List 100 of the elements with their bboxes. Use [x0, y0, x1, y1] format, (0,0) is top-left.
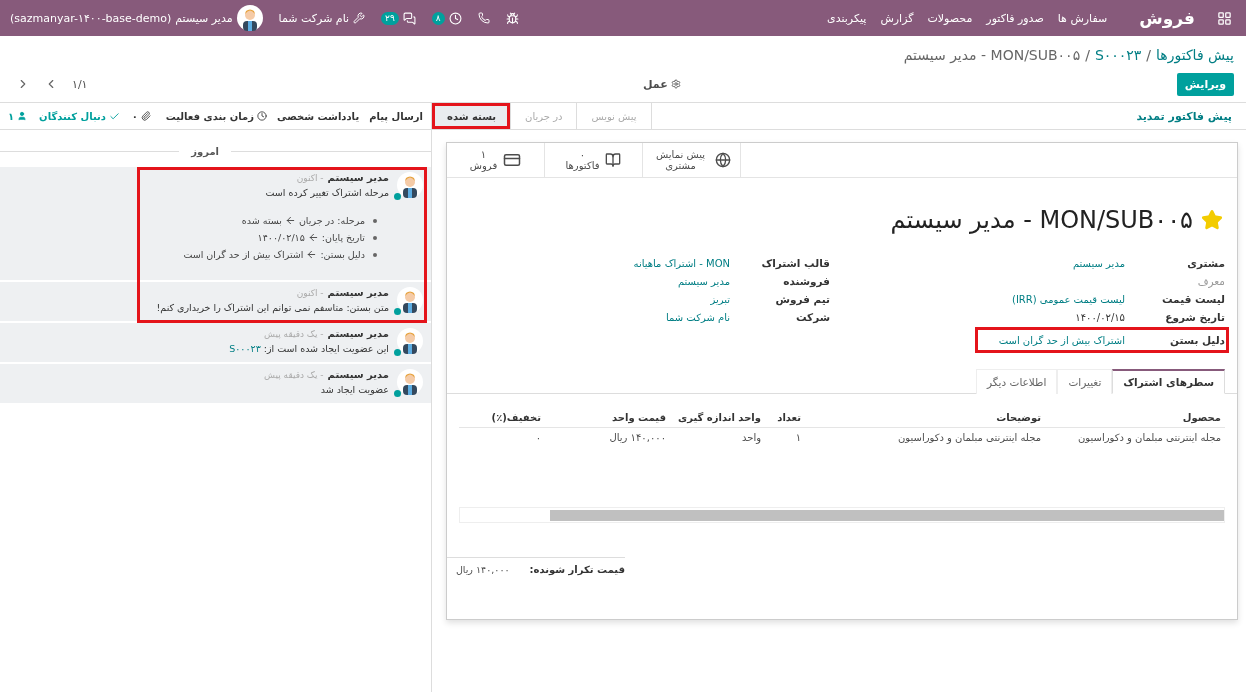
follow-button[interactable]: دنبال کنندگان — [39, 110, 120, 122]
horizontal-scrollbar[interactable] — [459, 507, 1225, 523]
avatar — [397, 287, 423, 313]
column-header: واحد اندازه گیری — [670, 408, 765, 428]
bullet-icon — [373, 252, 377, 257]
tab[interactable]: اطلاعات دیگر — [975, 369, 1058, 394]
book-icon — [605, 152, 622, 168]
field-label: معرف — [1196, 275, 1225, 287]
clock-icon[interactable] — [448, 11, 462, 25]
stat-button[interactable]: ۱ فروش — [447, 143, 545, 177]
stat-button[interactable]: پیش نمایش مشتری — [643, 143, 741, 177]
field-label: لیست قیمت — [1161, 293, 1225, 305]
followers-button[interactable]: ۱ — [8, 110, 28, 122]
column-header: تعداد — [765, 408, 805, 428]
field-value[interactable]: مدیر سیستم — [677, 275, 730, 287]
avatar — [397, 328, 423, 354]
message-time: - یک دقیقه پیش — [264, 370, 324, 380]
online-dot — [394, 349, 401, 356]
chat-icon[interactable] — [402, 11, 416, 25]
field-value: ۱۴۰۰/۰۲/۱۵ — [1075, 311, 1125, 323]
pager-value: ۱/۱ — [72, 77, 88, 91]
phone-icon[interactable] — [477, 12, 490, 24]
count-badge: ۲۹ — [381, 11, 399, 25]
field-value[interactable]: لیست قیمت عمومی (IRR) — [1012, 293, 1125, 305]
tab[interactable]: تغییرات — [1057, 369, 1113, 394]
message-time: - اکنون — [296, 288, 324, 298]
gear-icon — [670, 79, 681, 89]
field-value[interactable]: مدیر سیستم — [1072, 257, 1125, 269]
bullet-icon — [373, 235, 377, 240]
menu-item[interactable]: محصولات — [927, 11, 973, 25]
online-dot — [394, 193, 401, 200]
total-value: ۱۴۰,۰۰۰ ریال — [455, 564, 510, 575]
message-text: این عضویت ایجاد شده است از: S۰۰۰۲۳ — [229, 342, 389, 356]
field-value[interactable]: تبریز — [710, 293, 730, 305]
status-stage[interactable]: بسته شده — [432, 103, 511, 129]
globe-icon — [714, 152, 731, 168]
record-title: MON/SUB۰۰۵ - مدیر سیستم — [890, 206, 1193, 234]
message-text: عضویت ایجاد شد — [319, 383, 389, 397]
user-icon — [17, 111, 28, 121]
avatar — [397, 172, 423, 198]
database-name: (sazmanyar-۱۴۰۰-base-demo) — [10, 11, 172, 25]
record-link[interactable]: S۰۰۰۲۳ — [229, 343, 261, 354]
action-menu[interactable]: عمل — [637, 76, 687, 92]
field-value[interactable]: نام شرکت شما — [665, 311, 730, 323]
arrow-icon — [306, 249, 318, 260]
avatar — [397, 369, 423, 395]
chatter-action[interactable]: یادداشت شخصی — [277, 110, 360, 122]
bullet-icon — [373, 218, 377, 223]
arrow-icon — [284, 215, 296, 226]
menu-item[interactable]: صدور فاکتور — [986, 11, 1044, 25]
column-header: قیمت واحد — [545, 408, 670, 428]
field-label: فروشنده — [782, 275, 830, 287]
message-text: متن بستن: متاسفم نمی توانم این اشتراک را خریداری کنم! — [156, 301, 389, 315]
field-value[interactable]: MON - اشتراک ماهیانه — [633, 257, 730, 269]
attachments-button[interactable]: ۰ — [131, 110, 151, 122]
star-icon[interactable] — [1201, 209, 1223, 231]
app-name: فروش — [1139, 8, 1195, 28]
breadcrumb[interactable]: MON/SUB۰۰۵ - مدیر سیستم — [903, 47, 1081, 63]
message-time: - اکنون — [296, 173, 324, 183]
tracking-item: مرحله: در جریان بسته شده — [241, 214, 365, 228]
field-value[interactable]: اشتراک بیش از حد گران است — [998, 334, 1125, 346]
table-cell-text: واحد — [740, 431, 762, 446]
chatter-action[interactable]: ارسال پیام — [369, 110, 423, 122]
breadcrumb[interactable]: پیش فاکتورها — [1156, 47, 1234, 63]
field-label: تاریخ شروع — [1164, 311, 1225, 323]
apps-menu-icon[interactable] — [1217, 10, 1232, 26]
date-separator: امروز — [191, 146, 219, 157]
chatter-action[interactable]: زمان بندی فعالیت — [165, 110, 267, 122]
message-text: مرحله اشتراک تغییر کرده است — [264, 186, 389, 200]
column-header: محصول — [1045, 408, 1225, 428]
user-name[interactable]: مدیر سیستم — [175, 11, 233, 25]
wrench-icon[interactable] — [353, 12, 366, 24]
table-cell-text: ۱۴۰,۰۰۰ ریال — [608, 431, 667, 445]
table-cell-text: ۰ — [534, 431, 542, 445]
menu-item[interactable]: گزارش — [880, 11, 914, 25]
breadcrumb[interactable]: S۰۰۰۲۳ — [1094, 47, 1142, 63]
field-label: تیم فروش — [774, 293, 830, 305]
field-label: قالب اشتراک — [760, 257, 830, 269]
message-author: مدیر سیستم — [327, 287, 389, 298]
bug-icon[interactable] — [505, 11, 519, 25]
column-header: تخفیف(٪) — [459, 408, 545, 428]
check-icon — [108, 110, 120, 122]
message-time: - یک دقیقه پیش — [264, 329, 324, 339]
online-dot — [394, 390, 401, 397]
breadcrumb-separator: / — [1146, 47, 1152, 63]
field-label: مشتری — [1186, 257, 1225, 269]
renew-quotation-button[interactable]: پیش فاکتور تمدید — [1136, 103, 1232, 129]
menu-item[interactable]: پیکربندی — [827, 11, 867, 25]
tab[interactable]: سطرهای اشتراک — [1112, 369, 1225, 394]
avatar — [236, 5, 263, 31]
tracking-item: تاریخ پایان: ۱۴۰۰/۰۲/۱۵ — [257, 231, 365, 245]
column-header: توضیحات — [805, 408, 1045, 428]
table-cell-text: مجله اینترنتی مبلمان و دکوراسیون — [896, 431, 1042, 446]
table-cell-text: ۱ — [794, 431, 802, 445]
stat-button[interactable]: ۰ فاکتورها — [545, 143, 643, 177]
table-cell-text: مجله اینترنتی مبلمان و دکوراسیون — [1076, 431, 1222, 446]
breadcrumb-separator: / — [1085, 47, 1090, 63]
menu-item[interactable]: سفارش ها — [1057, 11, 1108, 25]
edit-button[interactable]: ویرایش — [1176, 72, 1234, 96]
company-name[interactable]: نام شرکت شما — [278, 11, 350, 25]
